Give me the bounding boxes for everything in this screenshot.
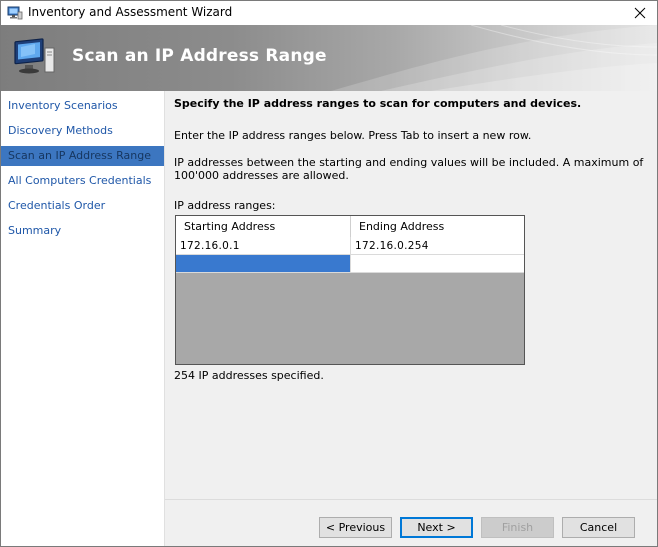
computer-monitor-icon: [13, 38, 57, 81]
address-count-text: 254 IP addresses specified.: [174, 369, 324, 382]
close-button[interactable]: [623, 1, 657, 25]
column-header-starting-address[interactable]: Starting Address: [176, 216, 351, 237]
nav-item-all-computers-credentials[interactable]: All Computers Credentials: [1, 171, 164, 191]
nav-item-scan-ip-range[interactable]: Scan an IP Address Range: [1, 146, 164, 166]
table-row-new[interactable]: [176, 255, 524, 273]
window-title: Inventory and Assessment Wizard: [28, 5, 233, 19]
ending-address-cell[interactable]: [351, 255, 524, 273]
wizard-window: Inventory and Assessment Wizard Scan an …: [0, 0, 658, 547]
wizard-app-icon: [7, 5, 23, 21]
nav-item-inventory-scenarios[interactable]: Inventory Scenarios: [1, 96, 164, 116]
grid-label: IP address ranges:: [174, 199, 276, 212]
banner-title: Scan an IP Address Range: [72, 46, 327, 66]
wizard-footer: < Previous Next > Finish Cancel: [165, 499, 657, 546]
wizard-step-nav: Inventory Scenarios Discovery Methods Sc…: [1, 91, 165, 546]
instruction-text: Enter the IP address ranges below. Press…: [174, 129, 532, 142]
previous-button[interactable]: < Previous: [319, 517, 392, 538]
cell-value: 172.16.0.254: [355, 240, 429, 252]
starting-address-cell-active[interactable]: [176, 255, 351, 273]
content-panel: Specify the IP address ranges to scan fo…: [165, 91, 657, 499]
ip-range-grid[interactable]: Starting Address Ending Address 172.16.0…: [175, 215, 525, 365]
grid-header: Starting Address Ending Address: [176, 216, 524, 238]
starting-address-cell[interactable]: 172.16.0.1: [176, 237, 351, 255]
table-row[interactable]: 172.16.0.1 172.16.0.254: [176, 237, 524, 255]
cancel-button[interactable]: Cancel: [562, 517, 635, 538]
finish-button[interactable]: Finish: [481, 517, 554, 538]
page-heading: Specify the IP address ranges to scan fo…: [174, 97, 582, 110]
header-banner: Scan an IP Address Range: [1, 25, 657, 91]
ending-address-cell[interactable]: 172.16.0.254: [351, 237, 524, 255]
title-bar: Inventory and Assessment Wizard: [1, 1, 657, 25]
info-text: IP addresses between the starting and en…: [174, 156, 644, 182]
column-header-ending-address[interactable]: Ending Address: [351, 216, 524, 237]
close-icon: [634, 7, 646, 19]
nav-item-discovery-methods[interactable]: Discovery Methods: [1, 121, 164, 141]
nav-item-credentials-order[interactable]: Credentials Order: [1, 196, 164, 216]
cell-value: 172.16.0.1: [180, 240, 240, 252]
nav-item-summary[interactable]: Summary: [1, 221, 164, 241]
next-button[interactable]: Next >: [400, 517, 473, 538]
